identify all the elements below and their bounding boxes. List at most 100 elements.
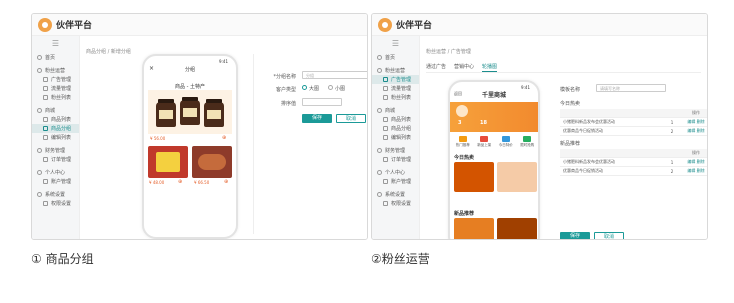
menu-item[interactable]: 热门推荐	[456, 136, 470, 148]
menu-icon	[383, 135, 388, 140]
product-image[interactable]	[497, 162, 537, 192]
sidebar-item[interactable]: 订单管理	[372, 155, 419, 164]
product-image[interactable]	[454, 162, 494, 192]
tab-marketing[interactable]: 营销中心	[454, 61, 474, 72]
divider	[253, 54, 254, 234]
sidebar-item[interactable]: 商品列表	[32, 115, 79, 124]
product-image[interactable]	[192, 146, 232, 178]
sidebar-item-label: 粉丝列表	[51, 95, 72, 101]
menu-icon	[43, 135, 48, 140]
caption-2: ②粉丝运营	[371, 252, 430, 266]
template-name-input[interactable]: 请填写名称	[596, 84, 666, 92]
sidebar-item[interactable]: 个人中心	[372, 168, 419, 177]
sidebar-item[interactable]: 商城	[372, 106, 419, 115]
top-bar: 伙伴平台	[372, 14, 707, 36]
brand-logo-icon	[378, 17, 392, 32]
phone-preview: 9:41 返回 千里商城 3 18 热门推荐 新品上架 今日特价 限时抢购 今日…	[448, 80, 540, 239]
edit-link[interactable]: 编辑	[687, 119, 695, 124]
row-name: 小猪肥料新品发布会优惠活动	[563, 159, 615, 164]
cancel-button[interactable]: 取消	[594, 232, 624, 239]
cart-icon[interactable]: ⊕	[178, 179, 182, 185]
sidebar-item[interactable]: 账户管理	[372, 177, 419, 186]
sidebar-item[interactable]: 流量管理	[372, 84, 419, 93]
edit-link[interactable]: 编辑	[687, 168, 695, 173]
sidebar-item-label: 个人中心	[45, 170, 66, 176]
delete-link[interactable]: 删除	[697, 128, 705, 133]
delete-link[interactable]: 删除	[697, 119, 705, 124]
sidebar-item-label: 商城	[385, 108, 396, 114]
product-price: ¥ 56.00	[150, 136, 166, 141]
sidebar-item[interactable]: 粉丝列表	[372, 93, 419, 102]
menu-icon	[377, 148, 382, 153]
tab-carousel[interactable]: 轮播图	[482, 61, 498, 72]
radio-small[interactable]	[328, 85, 333, 90]
sidebar-item[interactable]: 商品分组	[32, 124, 79, 133]
delete-link[interactable]: 删除	[697, 159, 705, 164]
menu-toggle-icon[interactable]: ☰	[32, 39, 79, 49]
sidebar-item[interactable]: 个人中心	[32, 168, 79, 177]
sidebar-item[interactable]: 系统设置	[372, 190, 419, 199]
sidebar-item[interactable]: 首页	[372, 53, 419, 62]
sidebar-item[interactable]: 权限设置	[372, 199, 419, 208]
product-image[interactable]	[148, 146, 188, 178]
sidebar-item[interactable]: 粉丝运营	[372, 66, 419, 75]
sort-input[interactable]	[302, 98, 342, 106]
sidebar-item-label: 账户管理	[51, 179, 72, 185]
menu-toggle-icon[interactable]: ☰	[372, 39, 419, 49]
tab-ads[interactable]: 通过广告	[426, 61, 446, 72]
sidebar-item-label: 编辑列表	[391, 135, 412, 141]
sidebar-item[interactable]: 首页	[32, 53, 79, 62]
sidebar-item-label: 系统设置	[45, 192, 66, 198]
product-image[interactable]	[497, 218, 537, 239]
sidebar-item[interactable]: 商城	[32, 106, 79, 115]
cart-icon[interactable]: ⊕	[222, 135, 226, 141]
sidebar-item[interactable]: 广告管理	[32, 75, 79, 84]
sidebar-item-label: 财务管理	[45, 148, 66, 154]
menu-item[interactable]: 今日特价	[499, 136, 513, 148]
table-row: 优惠商品今日促销活动 2 编辑 删除	[560, 127, 707, 136]
sidebar-item[interactable]: 财务管理	[32, 146, 79, 155]
stat-value: 18	[480, 120, 487, 126]
cart-icon[interactable]: ⊕	[224, 179, 228, 185]
table-row: 小猪肥料新品发布会优惠活动 1 编辑 删除	[560, 118, 707, 127]
sidebar-item[interactable]: 订单管理	[32, 155, 79, 164]
menu-icon	[383, 126, 388, 131]
menu-item[interactable]: 新品上架	[477, 136, 491, 148]
save-button[interactable]: 保存	[302, 114, 332, 123]
sidebar-item-label: 系统设置	[385, 192, 406, 198]
sidebar-item[interactable]: 商品分组	[372, 124, 419, 133]
product-image[interactable]	[454, 218, 494, 239]
group-name-input[interactable]: 分组	[302, 71, 367, 79]
menu-icon	[377, 68, 382, 73]
sidebar-item[interactable]: 广告管理	[372, 75, 419, 84]
sidebar-item[interactable]: 粉丝运营	[32, 66, 79, 75]
phone-status-bar: 9:41	[219, 59, 228, 64]
menu-item[interactable]: 限时抢购	[520, 136, 534, 148]
sidebar-item[interactable]: 商品列表	[372, 115, 419, 124]
sidebar-item-label: 商品列表	[51, 117, 72, 123]
sidebar-item[interactable]: 粉丝列表	[32, 93, 79, 102]
sidebar-item[interactable]: 编辑列表	[372, 133, 419, 142]
menu-icon	[43, 157, 48, 162]
sidebar-item-label: 流量管理	[51, 86, 72, 92]
sidebar-item[interactable]: 账户管理	[32, 177, 79, 186]
sidebar-item[interactable]: 权限设置	[32, 199, 79, 208]
sidebar-item[interactable]: 编辑列表	[32, 133, 79, 142]
radio-small-label: 小图	[335, 86, 346, 92]
sidebar-item[interactable]: 财务管理	[372, 146, 419, 155]
save-button[interactable]: 保存	[560, 232, 590, 239]
row-sort: 2	[670, 128, 674, 134]
phone-title: 分组	[184, 67, 195, 73]
delete-link[interactable]: 删除	[697, 168, 705, 173]
sidebar-item[interactable]: 系统设置	[32, 190, 79, 199]
sidebar-item[interactable]: 流量管理	[32, 84, 79, 93]
radio-large[interactable]	[302, 85, 307, 90]
edit-link[interactable]: 编辑	[687, 128, 695, 133]
edit-link[interactable]: 编辑	[687, 159, 695, 164]
screenshot-fan-operations: 伙伴平台 ☰ 首页粉丝运营 广告管理 流量管理 粉丝列表商城 商品列表 商品分组编辑列表财…	[371, 13, 708, 240]
menu-icon	[383, 201, 388, 206]
phone-title: 千里商城	[481, 92, 506, 99]
cancel-button[interactable]: 取消	[336, 114, 366, 123]
display-type-label: 客户类型	[275, 87, 296, 93]
section-title: 新品推荐	[454, 211, 475, 217]
